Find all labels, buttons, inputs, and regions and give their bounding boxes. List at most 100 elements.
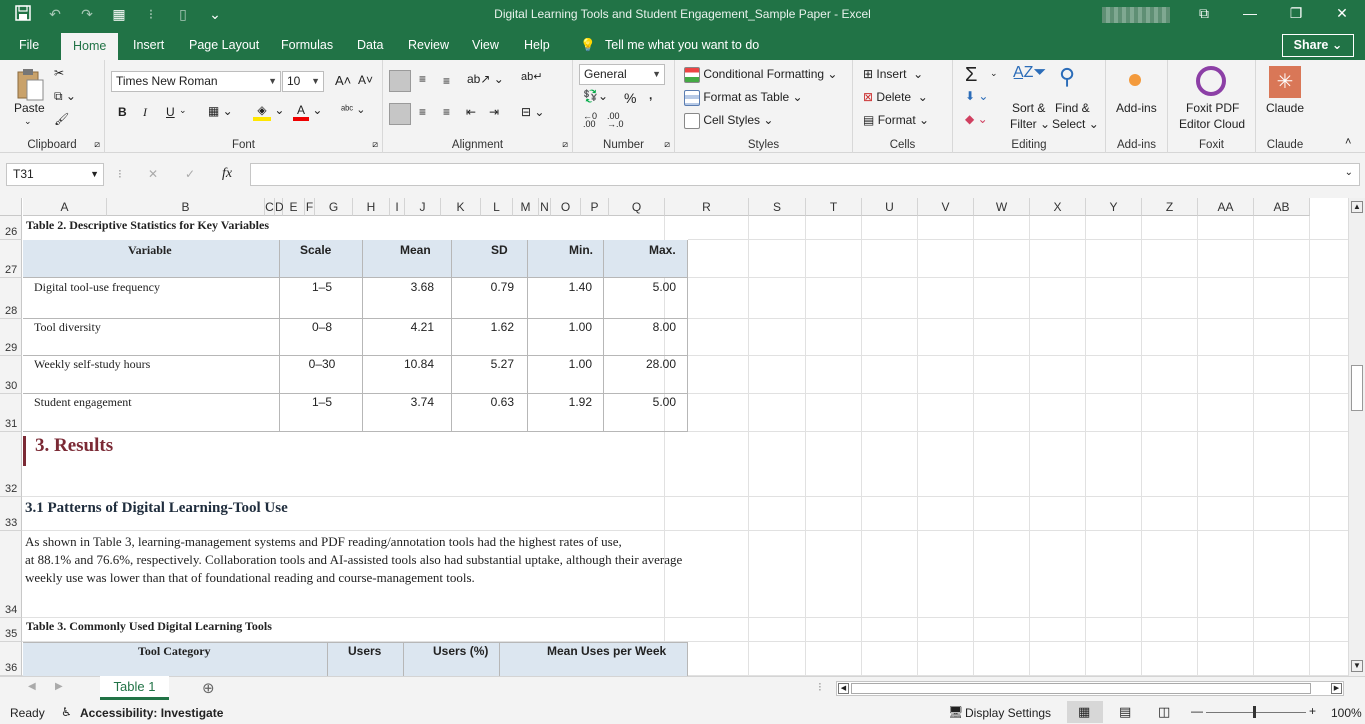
zoom-slider-handle[interactable] xyxy=(1253,706,1256,718)
select-label[interactable]: Select ⌄ xyxy=(1052,117,1099,131)
column-header[interactable]: Z xyxy=(1142,198,1198,216)
column-header[interactable]: M xyxy=(513,198,539,216)
tab-data[interactable]: Data xyxy=(357,30,383,60)
sort-filter-label[interactable]: Sort & xyxy=(1012,101,1045,115)
cut-icon[interactable]: ✂ xyxy=(54,66,64,80)
foxit-button-line1[interactable]: Foxit PDF xyxy=(1186,101,1239,115)
formula-input[interactable]: ⌄ xyxy=(250,163,1360,186)
tab-home[interactable]: Home xyxy=(61,33,119,60)
minimize-button[interactable]: — xyxy=(1227,0,1273,30)
addins-icon[interactable] xyxy=(1129,74,1141,86)
column-header[interactable]: A xyxy=(23,198,107,216)
column-header[interactable]: Y xyxy=(1086,198,1142,216)
table2-value-cell[interactable]: 10.84 xyxy=(374,357,434,371)
table2-value-cell[interactable]: 0.63 xyxy=(454,395,514,409)
column-header[interactable]: L xyxy=(481,198,513,216)
align-left-icon[interactable] xyxy=(389,103,411,125)
expand-formula-icon[interactable]: ⌄ xyxy=(1345,167,1353,178)
zoom-level[interactable]: 100% xyxy=(1331,706,1362,720)
column-header[interactable]: V xyxy=(918,198,974,216)
borders-icon[interactable]: ▦ ⌄ xyxy=(208,104,233,118)
autosum-icon[interactable]: Σ xyxy=(965,64,977,87)
table2-value-cell[interactable]: 4.21 xyxy=(374,320,434,334)
hscroll-thumb[interactable] xyxy=(851,683,1311,694)
cancel-icon[interactable]: ✕ xyxy=(148,167,158,181)
merge-center-icon[interactable]: ⊟ ⌄ xyxy=(521,105,544,119)
row-header[interactable]: 33 xyxy=(0,497,22,531)
table2-value-cell[interactable]: 0–30 xyxy=(292,357,352,371)
number-format-combo[interactable]: General ▼ xyxy=(579,64,665,85)
format-as-table-button[interactable]: Format as Table ⌄ xyxy=(684,90,803,106)
accessibility-icon[interactable]: ♿ xyxy=(61,705,72,719)
column-header[interactable]: G xyxy=(315,198,353,216)
font-color-icon[interactable]: A ⌄ xyxy=(293,103,322,121)
row-header[interactable]: 31 xyxy=(0,394,22,432)
font-size-combo[interactable]: 10 ▼ xyxy=(282,71,324,92)
table2-value-cell[interactable]: 5.00 xyxy=(616,280,676,294)
page-layout-view-icon[interactable]: ▤ xyxy=(1119,704,1131,720)
conditional-formatting-button[interactable]: Conditional Formatting ⌄ xyxy=(684,67,837,83)
tab-view[interactable]: View xyxy=(472,30,499,60)
top-align-icon[interactable] xyxy=(389,70,411,92)
paste-button[interactable] xyxy=(14,68,46,105)
increase-decimal-icon[interactable]: ←0.00 xyxy=(583,112,597,129)
table2-variable-cell[interactable]: Weekly self-study hours xyxy=(34,357,150,372)
find-select-label[interactable]: Find & xyxy=(1055,101,1090,115)
table2-value-cell[interactable]: 28.00 xyxy=(616,357,676,371)
tab-review[interactable]: Review xyxy=(408,30,449,60)
share-button[interactable]: Share ⌄ xyxy=(1282,34,1354,57)
underline-button[interactable]: U xyxy=(166,105,175,119)
table2-value-cell[interactable]: 3.74 xyxy=(374,395,434,409)
table2-variable-cell[interactable]: Student engagement xyxy=(34,395,132,410)
table2-value-cell[interactable]: 3.68 xyxy=(374,280,434,294)
column-header[interactable]: K xyxy=(441,198,481,216)
italic-button[interactable]: I xyxy=(143,105,147,120)
page-break-view-icon[interactable]: ◫ xyxy=(1158,704,1170,720)
tab-insert[interactable]: Insert xyxy=(133,30,164,60)
horizontal-scrollbar[interactable]: ◀ ▶ xyxy=(836,681,1344,696)
sort-filter-icon[interactable]: A̲Z⏷ xyxy=(1013,64,1046,82)
alignment-launcher-icon[interactable]: ⧄ xyxy=(562,139,568,150)
table2-variable-cell[interactable]: Digital tool-use frequency xyxy=(34,280,160,295)
row-header[interactable]: 26 xyxy=(0,216,22,240)
worksheet-grid[interactable]: A B C D E F G H I J K L M N O P Q R S T U V W X Y Z AA AB 26 27 28 29 3… xyxy=(0,198,1348,676)
tab-page-layout[interactable]: Page Layout xyxy=(189,30,259,60)
font-name-combo[interactable]: Times New Roman ▼ xyxy=(111,71,281,92)
fill-icon[interactable]: ⬇ ⌄ xyxy=(965,89,988,103)
table2-value-cell[interactable]: 1.40 xyxy=(532,280,592,294)
clear-icon[interactable]: ◆ ⌄ xyxy=(965,112,988,126)
decrease-indent-icon[interactable]: ⇤ xyxy=(466,105,476,119)
column-header[interactable]: D xyxy=(275,198,284,216)
column-header[interactable]: F xyxy=(305,198,315,216)
column-header[interactable]: R xyxy=(665,198,749,216)
row-header[interactable]: 27 xyxy=(0,240,22,278)
vertical-scrollbar[interactable]: ▲ ▼ xyxy=(1348,198,1365,676)
center-icon[interactable]: ≡ xyxy=(419,105,426,119)
row-header[interactable]: 29 xyxy=(0,319,22,356)
table2-value-cell[interactable]: 1.00 xyxy=(532,320,592,334)
normal-view-icon[interactable]: ▦ xyxy=(1067,701,1103,723)
row-header[interactable]: 35 xyxy=(0,618,22,642)
next-sheet-icon[interactable]: ▶ xyxy=(55,681,63,692)
column-header[interactable]: H xyxy=(353,198,390,216)
column-header[interactable]: O xyxy=(551,198,581,216)
scroll-up-icon[interactable]: ▲ xyxy=(1351,201,1363,213)
find-icon[interactable]: ⚲ xyxy=(1059,64,1075,90)
phonetic-icon[interactable]: ᵃᵇᶜ ⌄ xyxy=(341,103,365,116)
table2-value-cell[interactable]: 5.00 xyxy=(616,395,676,409)
name-box[interactable]: T31 ▼ xyxy=(6,163,104,186)
fill-color-icon[interactable]: ◈ ⌄ xyxy=(253,103,284,121)
row-header[interactable]: 32 xyxy=(0,432,22,497)
cell-styles-button[interactable]: Cell Styles ⌄ xyxy=(684,113,773,129)
bold-button[interactable]: B xyxy=(118,105,127,119)
accounting-icon[interactable]: 💱⌄ xyxy=(583,89,608,103)
column-header[interactable]: N xyxy=(539,198,551,216)
scroll-thumb[interactable] xyxy=(1351,365,1363,411)
table2-variable-cell[interactable]: Tool diversity xyxy=(34,320,101,335)
column-header[interactable]: X xyxy=(1030,198,1086,216)
zoom-in-icon[interactable]: + xyxy=(1309,704,1316,718)
zoom-slider[interactable] xyxy=(1206,712,1306,713)
column-header[interactable]: C xyxy=(265,198,275,216)
increase-font-icon[interactable]: A˄ xyxy=(335,73,351,88)
tab-help[interactable]: Help xyxy=(524,30,550,60)
